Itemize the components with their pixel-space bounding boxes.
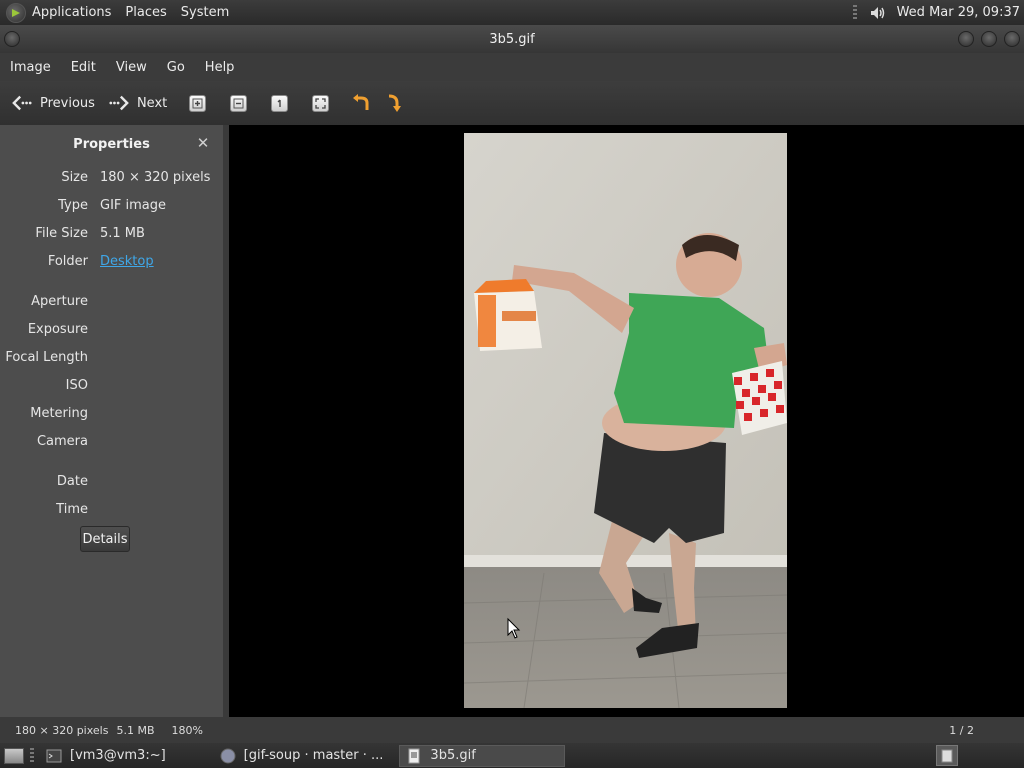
property-key: ISO <box>65 378 88 393</box>
property-row: Exposure <box>0 322 224 342</box>
window-menu-button[interactable] <box>4 31 20 47</box>
statusbar: 180 × 320 pixels 5.1 MB 180% 1 / 2 <box>0 717 1024 743</box>
sidebar-title: Properties <box>73 136 150 152</box>
system-menu[interactable]: System <box>174 0 236 25</box>
arrow-right-icon <box>109 93 129 113</box>
close-icon[interactable]: ✕ <box>195 134 211 152</box>
window-titlebar[interactable]: 3b5.gif <box>0 25 1024 53</box>
menu-edit[interactable]: Edit <box>61 60 106 75</box>
property-row: Focal Length <box>0 350 224 370</box>
applications-logo-icon[interactable] <box>6 2 26 23</box>
toolbar: Previous Next <box>0 81 1024 125</box>
property-key: Focal Length <box>5 350 88 365</box>
rotate-right-icon <box>385 93 405 113</box>
workspace-switcher[interactable] <box>936 745 958 766</box>
task-terminal[interactable]: [vm3@vm3:~] <box>40 745 172 767</box>
property-key: File Size <box>35 226 88 241</box>
arrow-left-icon <box>12 93 32 113</box>
next-label: Next <box>136 95 168 111</box>
property-value: 5.1 MB <box>100 226 145 241</box>
rotate-left-icon <box>351 93 371 113</box>
displayed-image <box>464 133 787 708</box>
task-label: [gif-soup · master · ... <box>243 748 384 763</box>
property-key: Folder <box>47 254 88 269</box>
minimize-button[interactable] <box>958 31 974 47</box>
menubar: Image Edit View Go Help <box>0 53 1024 81</box>
property-row: Size 180 × 320 pixels <box>0 170 224 190</box>
rotate-left-button[interactable] <box>347 87 375 119</box>
image-viewer-icon <box>406 748 422 764</box>
property-key: Date <box>56 474 88 489</box>
task-label: 3b5.gif <box>430 748 476 763</box>
property-row: Metering <box>0 406 224 426</box>
previous-button[interactable]: Previous <box>8 87 99 119</box>
show-desktop-icon[interactable] <box>4 747 24 764</box>
menu-help[interactable]: Help <box>195 60 245 75</box>
status-file-size: 5.1 MB <box>116 723 155 737</box>
property-key: Aperture <box>31 294 88 309</box>
window-title: 3b5.gif <box>489 31 535 47</box>
property-key: Type <box>58 198 88 213</box>
panel-separator <box>852 4 857 21</box>
image-view[interactable] <box>229 125 1024 717</box>
taskbar-separator <box>30 747 34 764</box>
normal-size-icon[interactable] <box>271 94 289 112</box>
property-value: GIF image <box>100 198 167 213</box>
volume-icon[interactable] <box>867 3 887 23</box>
property-row: File Size 5.1 MB <box>0 226 224 246</box>
close-window-button[interactable] <box>1004 31 1020 47</box>
property-row: Folder Desktop <box>0 254 224 274</box>
task-browser[interactable]: [gif-soup · master · ... <box>214 745 390 767</box>
maximize-button[interactable] <box>981 31 997 47</box>
next-button[interactable]: Next <box>105 87 171 119</box>
rotate-right-button[interactable] <box>381 87 409 119</box>
status-dimensions: 180 × 320 pixels <box>15 723 109 737</box>
property-row: Camera <box>0 434 224 454</box>
status-page-counter: 1 / 2 <box>949 723 974 737</box>
zoom-out-icon[interactable] <box>230 94 248 112</box>
property-key: Camera <box>36 434 88 449</box>
task-label: [vm3@vm3:~] <box>70 748 166 763</box>
property-value: 180 × 320 pixels <box>100 170 211 185</box>
menu-go[interactable]: Go <box>157 60 195 75</box>
property-row: Time <box>0 502 224 522</box>
browser-icon <box>220 748 236 764</box>
property-key: Exposure <box>27 322 88 337</box>
property-key: Time <box>56 502 88 517</box>
places-menu[interactable]: Places <box>118 0 173 25</box>
menu-view[interactable]: View <box>106 60 157 75</box>
terminal-icon <box>46 748 62 764</box>
property-row: Type GIF image <box>0 198 224 218</box>
task-image-viewer[interactable]: 3b5.gif <box>399 744 566 767</box>
folder-link[interactable]: Desktop <box>100 254 154 269</box>
top-panel: Applications Places System Wed Mar 29, 0… <box>0 0 1024 25</box>
best-fit-icon[interactable] <box>312 94 330 112</box>
clock[interactable]: Wed Mar 29, 09:37 <box>897 5 1020 20</box>
property-row: Aperture <box>0 294 224 314</box>
menu-image[interactable]: Image <box>0 60 61 75</box>
details-button[interactable]: Details <box>80 526 130 552</box>
sidebar-header: Properties ✕ <box>0 125 223 163</box>
bottom-taskbar: [vm3@vm3:~] [gif-soup · master · ... 3b5… <box>0 743 1024 768</box>
property-key: Size <box>61 170 88 185</box>
property-key: Metering <box>30 406 88 421</box>
property-row: ISO <box>0 378 224 398</box>
status-zoom: 180% <box>171 723 203 737</box>
applications-menu[interactable]: Applications <box>28 0 118 25</box>
properties-sidebar: Properties ✕ Size 180 × 320 pixels Type … <box>0 125 224 717</box>
zoom-in-icon[interactable] <box>189 94 207 112</box>
previous-label: Previous <box>40 95 95 111</box>
property-row: Date <box>0 474 224 494</box>
